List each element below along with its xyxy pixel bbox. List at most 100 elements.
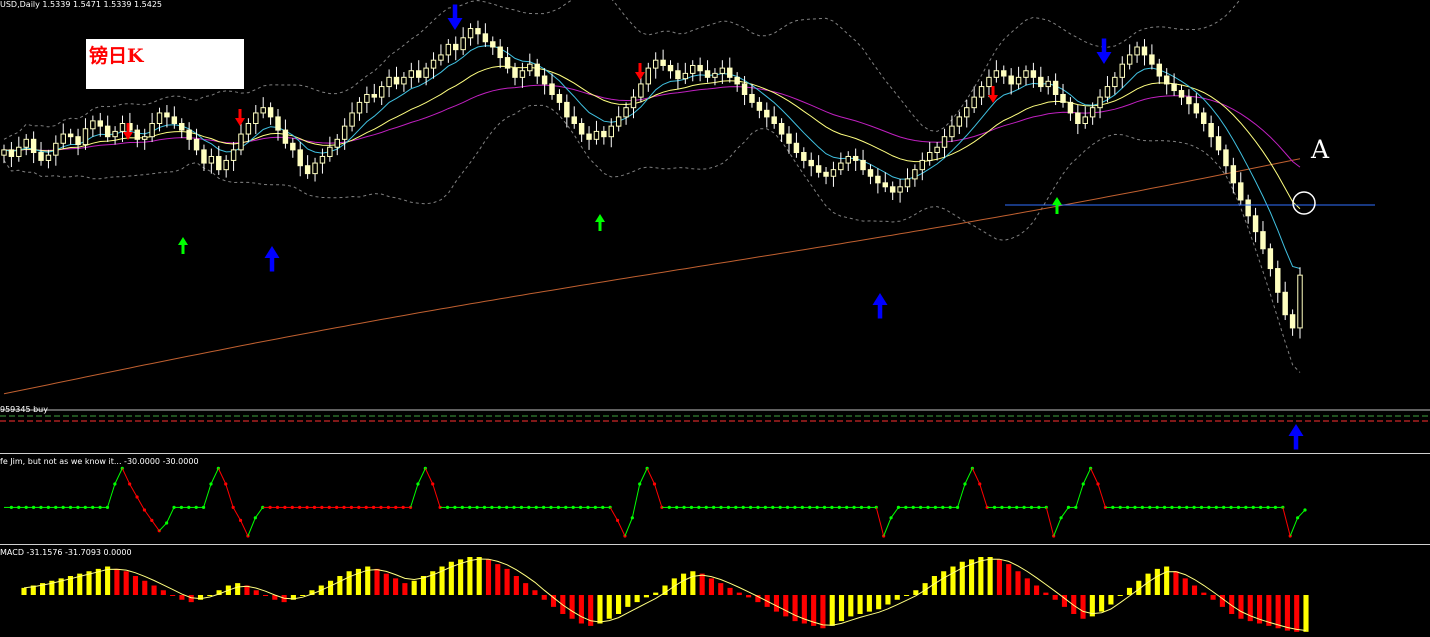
price-chart-pane[interactable]: USD,Daily 1.5339 1.5471 1.5339 1.5425 95… (0, 0, 1430, 451)
macd-bar (1247, 595, 1253, 622)
indicator-segment (875, 507, 885, 537)
candle (815, 155, 822, 178)
candle (549, 73, 555, 100)
candle-body (467, 28, 474, 39)
candle-body (882, 182, 889, 188)
up-arrow-icon (178, 237, 188, 254)
macd-bar (1099, 595, 1105, 612)
candle-body (267, 107, 274, 118)
macd-bar (1182, 578, 1188, 595)
candle (201, 144, 207, 171)
candle (245, 118, 252, 142)
candle-body (67, 133, 74, 138)
candle-body (1186, 96, 1192, 105)
down-arrow-icon (635, 63, 645, 80)
candle (1112, 72, 1118, 95)
candle (112, 126, 118, 145)
candle-body (16, 146, 22, 157)
candle-body (571, 116, 577, 124)
indicator-segment (240, 520, 249, 537)
candle-body (623, 107, 629, 118)
candle-body (934, 146, 940, 154)
candle (97, 112, 103, 137)
candle (964, 99, 970, 128)
candle (1023, 65, 1029, 86)
macd-bar (132, 576, 139, 595)
candle-body (164, 112, 170, 118)
candle (919, 152, 926, 181)
candle (45, 149, 52, 169)
macd-canvas[interactable] (0, 545, 1430, 637)
candle (608, 118, 614, 148)
macd-bar (1117, 595, 1123, 596)
candle-body (356, 101, 363, 114)
chart-label-box: 镑日K (86, 39, 244, 89)
candle-body (527, 63, 533, 72)
macd-bar (950, 566, 956, 595)
candle (401, 72, 407, 92)
candle (1208, 115, 1214, 148)
macd-bar (996, 559, 1002, 595)
candle (371, 83, 378, 103)
candle-body (771, 116, 777, 124)
macd-bar (160, 590, 166, 595)
candle (882, 172, 889, 193)
candle (334, 134, 340, 156)
candle (149, 112, 155, 142)
candle-body (749, 93, 755, 103)
candle (993, 60, 1000, 83)
candle-body (193, 138, 200, 151)
candle-body (230, 149, 237, 161)
macd-bar (374, 568, 380, 595)
macd-bar (736, 592, 742, 595)
candle-body (1245, 199, 1251, 217)
candle (1267, 243, 1274, 277)
candle (889, 181, 896, 200)
candle-body (556, 93, 563, 103)
candle-body (1297, 274, 1303, 329)
candle-body (334, 138, 340, 148)
macd-bar (114, 568, 120, 595)
indicator-pane[interactable]: fe Jim, but not as we know it... -30.000… (0, 453, 1430, 542)
candle-body (1193, 103, 1200, 114)
macd-bar (532, 590, 538, 595)
indicator-segment (217, 468, 227, 485)
macd-pane[interactable]: MACD -31.1576 -31.7093 0.0000 (0, 544, 1430, 637)
macd-bar (708, 578, 715, 595)
macd-bar (866, 595, 872, 612)
candle-body (179, 123, 185, 131)
candle-body (1126, 54, 1133, 65)
candle-body (1289, 314, 1296, 329)
macd-bar (504, 568, 510, 595)
indicator-segment (1053, 517, 1062, 537)
candle-body (23, 138, 29, 148)
candle-body (697, 64, 703, 72)
candle-body (756, 101, 763, 111)
macd-bar (653, 592, 659, 595)
macd-bar (402, 583, 408, 595)
macd-bar (1191, 585, 1198, 595)
indicator-canvas[interactable] (0, 454, 1430, 542)
candle (941, 128, 948, 158)
candle-body (1, 149, 7, 156)
candle (186, 122, 192, 150)
candle (134, 124, 141, 148)
macd-bar (420, 576, 427, 595)
macd-bar (876, 595, 882, 610)
candle (675, 62, 681, 90)
macd-bar (792, 595, 798, 622)
macd-title: MACD -31.1576 -31.7093 0.0000 (0, 548, 132, 557)
candle-body (1215, 136, 1222, 151)
candle-body (778, 123, 785, 135)
candle (830, 161, 837, 187)
candle (660, 49, 666, 71)
indicator-segment (971, 468, 981, 485)
candle-body (1141, 46, 1148, 56)
macd-bar (513, 576, 519, 595)
candle (1082, 106, 1088, 129)
candle (1215, 126, 1222, 156)
candle (764, 102, 770, 128)
macd-bar (207, 595, 213, 596)
candle (926, 141, 933, 166)
candle (1238, 172, 1244, 206)
